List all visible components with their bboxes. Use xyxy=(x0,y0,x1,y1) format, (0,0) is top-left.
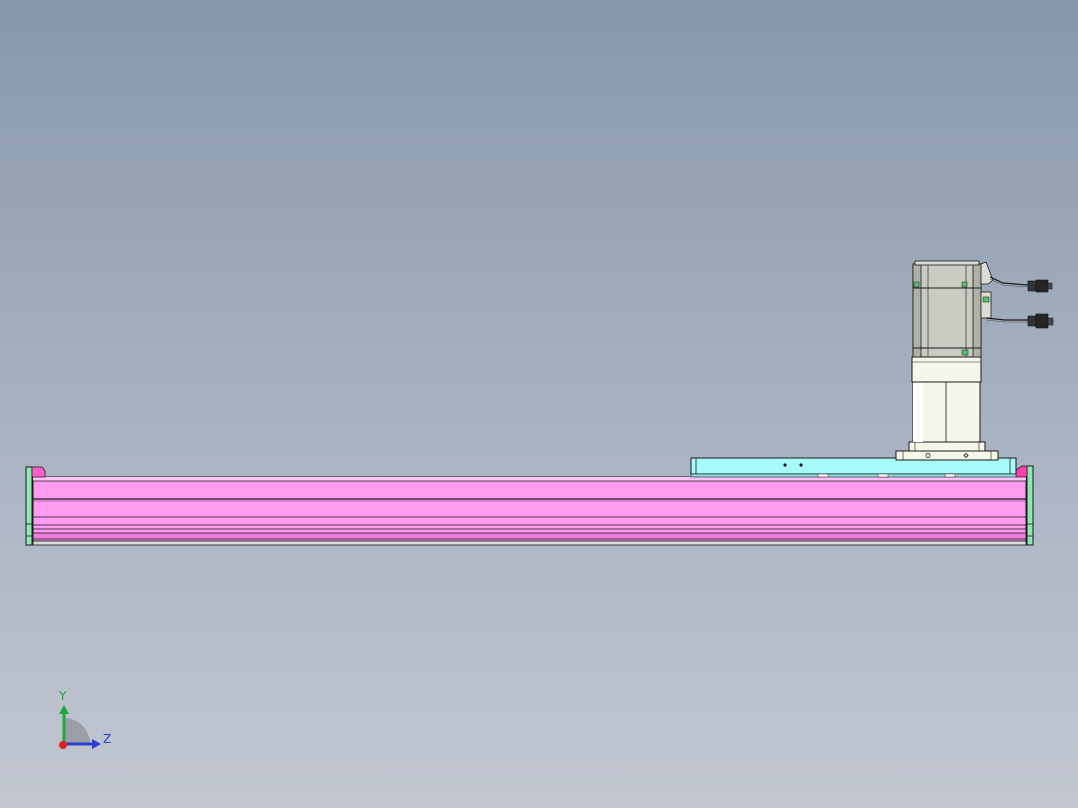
reducer-housing[interactable] xyxy=(911,356,982,443)
view-orientation-triad xyxy=(59,705,101,749)
model-scene[interactable] xyxy=(0,0,1078,808)
power-cable[interactable] xyxy=(989,276,1053,293)
y-axis-label: Y xyxy=(59,689,67,703)
servo-motor[interactable] xyxy=(912,260,982,358)
motor-connector-housing[interactable] xyxy=(980,261,994,319)
z-axis-label: Z xyxy=(103,732,112,746)
carriage-plate[interactable] xyxy=(690,457,1017,478)
triad-plane-indicator xyxy=(64,718,90,744)
encoder-cable[interactable] xyxy=(985,313,1054,329)
linear-rail[interactable] xyxy=(32,476,1027,546)
motor-mount-flange[interactable] xyxy=(895,441,999,461)
y-axis-arrowhead xyxy=(59,705,69,714)
cad-viewport[interactable]: Y Z xyxy=(0,0,1078,808)
x-axis-dot xyxy=(59,741,67,749)
z-axis-arrowhead xyxy=(92,739,101,749)
